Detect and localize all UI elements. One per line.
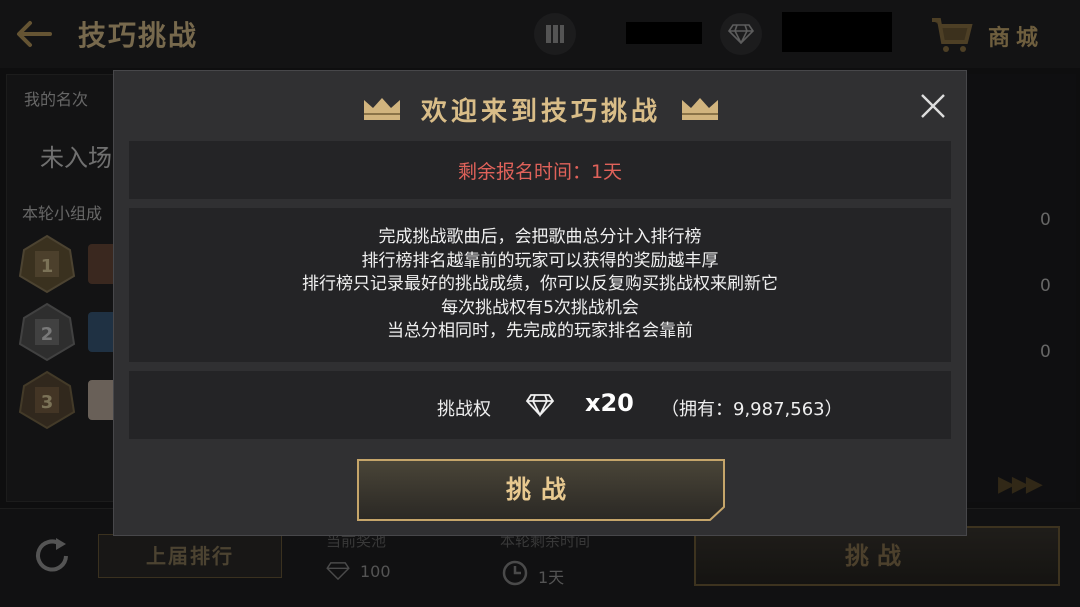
- challenge-button-label: 挑战: [505, 475, 576, 504]
- dialog-header: 欢迎来到技巧挑战: [114, 89, 968, 129]
- registration-deadline: 剩余报名时间：1天: [129, 141, 951, 199]
- rule-line: 排行榜排名越靠前的玩家可以获得的奖励越丰厚: [361, 250, 719, 271]
- crown-icon: [682, 98, 718, 120]
- rule-line: 完成挑战歌曲后，会把歌曲总分计入排行榜: [378, 227, 702, 248]
- rule-line: 排行榜只记录最好的挑战成绩，你可以反复购买挑战权来刷新它: [302, 274, 778, 295]
- rule-line: 每次挑战权有5次挑战机会: [441, 297, 639, 318]
- cost-label: 挑战权: [437, 399, 491, 420]
- owned-balance: （拥有：9,987,563）: [661, 399, 843, 420]
- cost-amount: x20: [585, 389, 634, 417]
- deadline-text: 剩余报名时间：1天: [457, 160, 623, 183]
- challenge-button[interactable]: 挑战: [357, 459, 725, 521]
- cost-panel: 挑战权 x20 （拥有：9,987,563）: [129, 371, 951, 439]
- dialog-title: 欢迎来到技巧挑战: [420, 96, 661, 127]
- crown-icon: [363, 98, 400, 120]
- diamond-icon: [525, 394, 555, 417]
- rule-line: 当总分相同时，先完成的玩家排名会靠前: [387, 321, 693, 342]
- rules-panel: 完成挑战歌曲后，会把歌曲总分计入排行榜 排行榜排名越靠前的玩家可以获得的奖励越丰…: [129, 208, 951, 362]
- close-icon[interactable]: [920, 93, 946, 119]
- challenge-welcome-dialog: 欢迎来到技巧挑战 剩余报名时间：1天 完成挑战歌曲后，会把歌曲总分计入排行榜 排…: [113, 70, 967, 536]
